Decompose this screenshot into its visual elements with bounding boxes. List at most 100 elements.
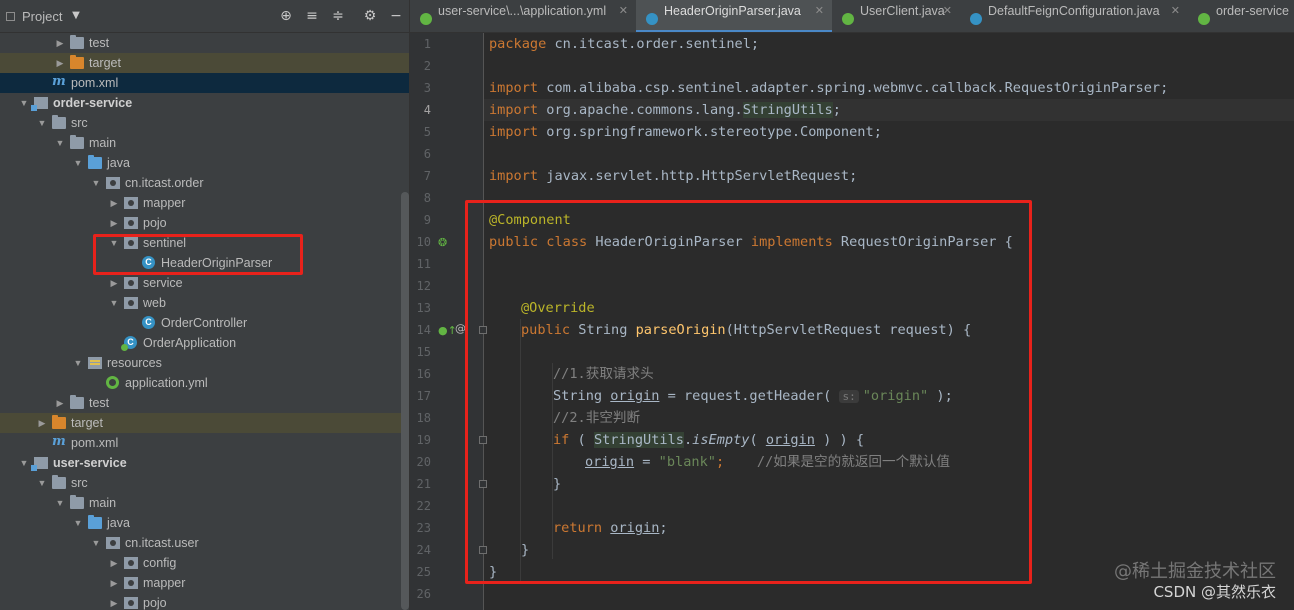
- fold-marker[interactable]: [479, 546, 487, 554]
- tree-item[interactable]: ▼ order-service: [0, 93, 410, 113]
- chevron-down-icon[interactable]: ▼: [54, 133, 66, 153]
- tree-item[interactable]: ▼ src: [0, 113, 410, 133]
- spring-bean-icon[interactable]: ❂: [438, 236, 447, 249]
- tree-item[interactable]: ▼ web: [0, 293, 410, 313]
- tree-item[interactable]: ▼ cn.itcast.user: [0, 533, 410, 553]
- tree-item-label: cn.itcast.user: [125, 536, 199, 550]
- tree-item[interactable]: C OrderApplication: [0, 333, 410, 353]
- chevron-right-icon[interactable]: ▶: [108, 573, 120, 593]
- editor-tab[interactable]: HeaderOriginParser.java ✕: [636, 0, 832, 32]
- collapse-all-icon[interactable]: ≑: [328, 6, 348, 26]
- class-icon: C: [142, 316, 155, 329]
- fold-marker[interactable]: [479, 480, 487, 488]
- chevron-right-icon[interactable]: ▶: [54, 393, 66, 413]
- line-number: 14: [416, 323, 431, 337]
- editor-tab[interactable]: order-service: [1188, 0, 1294, 32]
- tree-item[interactable]: ▼ sentinel: [0, 233, 410, 253]
- code-line-25: }: [489, 564, 498, 580]
- tree-item[interactable]: C HeaderOriginParser: [0, 253, 410, 273]
- tree-item[interactable]: ▼ resources: [0, 353, 410, 373]
- tree-item[interactable]: ▼ src: [0, 473, 410, 493]
- locate-icon[interactable]: ⊕: [276, 6, 296, 26]
- tree-item[interactable]: ▼ cn.itcast.order: [0, 173, 410, 193]
- hide-icon[interactable]: −: [386, 6, 406, 26]
- package-icon: [124, 277, 138, 289]
- tree-item[interactable]: ▼ java: [0, 513, 410, 533]
- module-icon: [31, 457, 48, 471]
- chevron-down-icon[interactable]: ▼: [18, 93, 30, 113]
- tree-item[interactable]: ▼ main: [0, 493, 410, 513]
- yaml-file-icon: [106, 376, 119, 389]
- line-number: 15: [416, 345, 431, 359]
- package-icon: [106, 177, 120, 189]
- settings-icon[interactable]: ⚙: [360, 6, 380, 26]
- chevron-down-icon[interactable]: ▼: [72, 153, 84, 173]
- project-panel-header: Project ▼ ⊕ ≡ ≑ ⚙ −: [0, 0, 410, 33]
- tree-item-label: java: [107, 156, 130, 170]
- chevron-right-icon[interactable]: ▶: [54, 33, 66, 53]
- tree-item[interactable]: application.yml: [0, 373, 410, 393]
- implementation-icon[interactable]: ●↑: [438, 324, 457, 337]
- folder-icon: [70, 35, 84, 49]
- tree-item[interactable]: ▶ test: [0, 33, 410, 53]
- chevron-right-icon[interactable]: ▶: [36, 413, 48, 433]
- chevron-right-icon[interactable]: ▶: [108, 213, 120, 233]
- project-view-selector[interactable]: Project: [22, 0, 62, 33]
- tree-item[interactable]: ▼ user-service: [0, 453, 410, 473]
- fold-marker[interactable]: [479, 436, 487, 444]
- chevron-down-icon[interactable]: ▼: [54, 493, 66, 513]
- chevron-right-icon[interactable]: ▶: [108, 593, 120, 610]
- close-icon[interactable]: ✕: [619, 0, 628, 30]
- folder-icon: [52, 115, 66, 129]
- tree-item[interactable]: C OrderController: [0, 313, 410, 333]
- tree-item-label: pom.xml: [71, 76, 119, 90]
- tree-item[interactable]: ▶ target: [0, 53, 410, 73]
- dropdown-icon[interactable]: ▼: [66, 6, 86, 26]
- chevron-down-icon[interactable]: ▼: [90, 533, 102, 553]
- chevron-right-icon[interactable]: ▶: [54, 53, 66, 73]
- chevron-right-icon[interactable]: ▶: [108, 553, 120, 573]
- code-editor[interactable]: 1 2 3 4 5 6 7 8 9 10 11 12 13 14 15 16 17 18 19 20 21 22 23 24 2…: [410, 33, 1294, 610]
- line-number: 9: [423, 213, 431, 227]
- tree-item[interactable]: m pom.xml: [0, 433, 410, 453]
- chevron-down-icon[interactable]: ▼: [18, 453, 30, 473]
- tree-item[interactable]: ▼ java: [0, 153, 410, 173]
- override-at-icon[interactable]: @: [455, 322, 466, 335]
- tree-item[interactable]: ▶ service: [0, 273, 410, 293]
- close-icon[interactable]: ✕: [815, 0, 824, 30]
- chevron-down-icon[interactable]: ▼: [108, 233, 120, 253]
- tree-item[interactable]: ▶ pojo: [0, 593, 410, 610]
- tree-item[interactable]: ▶ target: [0, 413, 410, 433]
- line-number: 21: [416, 477, 431, 491]
- line-number: 8: [423, 191, 431, 205]
- tree-item[interactable]: ▶ mapper: [0, 193, 410, 213]
- editor-tab[interactable]: UserClient.java ✕: [832, 0, 960, 32]
- chevron-down-icon[interactable]: ▼: [90, 173, 102, 193]
- tree-item[interactable]: m pom.xml: [0, 73, 410, 93]
- chevron-right-icon[interactable]: ▶: [108, 193, 120, 213]
- chevron-down-icon[interactable]: ▼: [36, 113, 48, 133]
- chevron-down-icon[interactable]: ▼: [72, 513, 84, 533]
- expand-all-icon[interactable]: ≡: [302, 6, 322, 26]
- line-number: 20: [416, 455, 431, 469]
- project-scrollbar[interactable]: [401, 192, 409, 610]
- tab-label: user-service\...\application.yml: [438, 4, 607, 18]
- chevron-down-icon[interactable]: ▼: [72, 353, 84, 373]
- tree-item[interactable]: ▶ test: [0, 393, 410, 413]
- editor-tab[interactable]: DefaultFeignConfiguration.java ✕: [960, 0, 1188, 32]
- tree-item-label: main: [89, 496, 117, 510]
- editor-tab[interactable]: user-service\...\application.yml ✕: [410, 0, 636, 32]
- tree-item[interactable]: ▶ mapper: [0, 573, 410, 593]
- code-line-19: if ( StringUtils.isEmpty( origin ) ) {: [553, 432, 865, 448]
- tree-item[interactable]: ▶ pojo: [0, 213, 410, 233]
- tree-item[interactable]: ▼ main: [0, 133, 410, 153]
- close-icon[interactable]: ✕: [1171, 0, 1180, 30]
- chevron-down-icon[interactable]: ▼: [36, 473, 48, 493]
- fold-marker[interactable]: [479, 326, 487, 334]
- tree-item[interactable]: ▶ config: [0, 553, 410, 573]
- chevron-right-icon[interactable]: ▶: [108, 273, 120, 293]
- chevron-down-icon[interactable]: ▼: [108, 293, 120, 313]
- code-line-18: //2.非空判断: [553, 410, 641, 426]
- close-icon[interactable]: ✕: [943, 0, 952, 30]
- tree-item-label: target: [71, 416, 103, 430]
